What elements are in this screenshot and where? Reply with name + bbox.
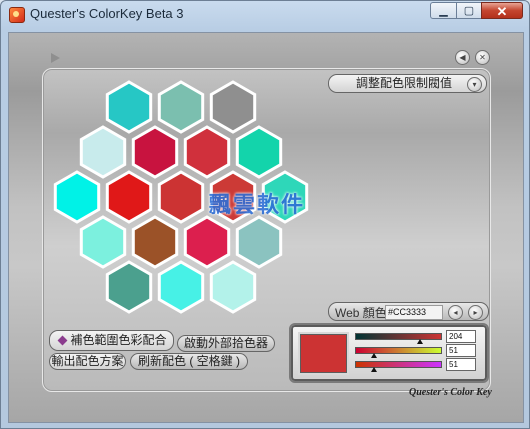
title-bar[interactable]: Quester's ColorKey Beta 3 ▁ ▢ ✕	[1, 1, 529, 27]
green-value-field[interactable]: 51	[446, 344, 476, 357]
complement-range-button[interactable]: 補色範圍色彩配合	[49, 330, 174, 351]
maximize-button[interactable]: ▢	[456, 2, 482, 19]
complement-range-label: 補色範圍色彩配合	[70, 333, 167, 347]
hex-swatch[interactable]	[105, 80, 153, 134]
app-icon[interactable]	[9, 7, 25, 23]
green-slider-thumb[interactable]	[371, 353, 377, 358]
hex-swatch[interactable]	[157, 260, 205, 314]
close-panel-icon[interactable]: ✕	[475, 50, 490, 65]
blue-slider-track[interactable]	[355, 361, 442, 368]
chevron-down-icon: ▾	[467, 77, 482, 92]
hex-swatch[interactable]	[105, 260, 153, 314]
hex-swatch[interactable]	[235, 125, 283, 179]
minimize-button[interactable]: ▁	[430, 2, 457, 19]
hex-swatch[interactable]	[131, 215, 179, 269]
hex-swatch[interactable]	[235, 215, 283, 269]
hex-swatch[interactable]	[157, 170, 205, 224]
previous-color-icon[interactable]: ◂	[448, 305, 463, 320]
hex-swatch[interactable]	[183, 215, 231, 269]
play-icon[interactable]	[51, 53, 60, 63]
application-window: Quester's ColorKey Beta 3 ▁ ▢ ✕ ◀ ✕ 調整配色…	[0, 0, 530, 429]
threshold-label: 調整配色限制閥值	[356, 76, 453, 90]
hex-swatch[interactable]	[183, 125, 231, 179]
red-slider-track[interactable]	[355, 333, 442, 340]
blue-value-field[interactable]: 51	[446, 358, 476, 371]
web-color-field[interactable]: #CC3333	[385, 305, 443, 320]
refresh-scheme-button[interactable]: 刷新配色 ( 空格鍵 )	[130, 353, 248, 370]
hex-swatch[interactable]	[157, 80, 205, 134]
watermark-text: 飄雲軟件	[209, 192, 306, 217]
hex-swatch[interactable]	[53, 170, 101, 224]
rgb-slider-panel: 204 51 51	[289, 323, 489, 383]
export-scheme-button[interactable]: 輸出配色方案	[49, 353, 126, 370]
red-slider-thumb[interactable]	[417, 339, 423, 344]
hex-swatch[interactable]	[105, 170, 153, 224]
threshold-dropdown[interactable]: 調整配色限制閥值 ▾	[328, 74, 487, 93]
hex-swatch[interactable]	[79, 215, 127, 269]
web-color-row: Web 顏色 #CC3333 ◂ ▸	[328, 302, 489, 321]
back-icon[interactable]: ◀	[455, 50, 470, 65]
external-picker-button[interactable]: 啟動外部拾色器	[177, 335, 275, 352]
hex-swatch[interactable]	[209, 80, 257, 134]
web-color-label: Web 顏色	[335, 306, 387, 320]
next-color-icon[interactable]: ▸	[468, 305, 483, 320]
brand-label: Quester's Color Key	[409, 387, 492, 398]
green-slider-track[interactable]	[355, 347, 442, 354]
diamond-icon	[57, 335, 68, 346]
hex-swatch[interactable]	[79, 125, 127, 179]
red-value-field[interactable]: 204	[446, 330, 476, 343]
hex-swatch[interactable]	[131, 125, 179, 179]
close-button[interactable]: ✕	[481, 2, 523, 19]
window-title: Quester's ColorKey Beta 3	[30, 6, 184, 21]
current-color-swatch	[300, 334, 347, 373]
hex-swatch[interactable]	[209, 260, 257, 314]
blue-slider-thumb[interactable]	[371, 367, 377, 372]
